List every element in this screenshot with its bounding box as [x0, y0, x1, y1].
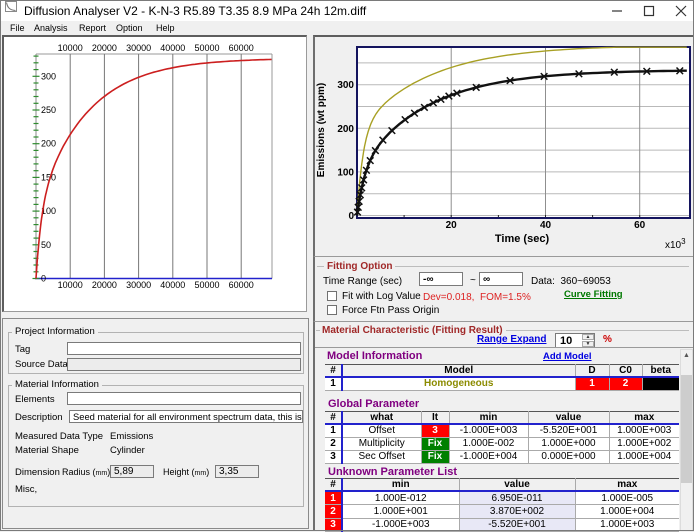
svg-text:40000: 40000	[160, 280, 185, 290]
svg-text:30000: 30000	[126, 280, 151, 290]
svg-text:60: 60	[634, 220, 646, 231]
svg-text:10000: 10000	[58, 280, 83, 290]
svg-text:50: 50	[41, 240, 51, 250]
svg-text:10000: 10000	[58, 43, 83, 53]
svg-text:60000: 60000	[229, 280, 254, 290]
svg-text:0: 0	[348, 211, 354, 222]
svg-text:x103: x103	[665, 237, 686, 251]
svg-text:100: 100	[337, 167, 354, 178]
svg-text:20: 20	[446, 220, 458, 231]
svg-text:60000: 60000	[229, 43, 254, 53]
svg-text:200: 200	[41, 139, 56, 149]
svg-text:200: 200	[337, 124, 354, 135]
svg-text:40: 40	[540, 220, 552, 231]
svg-text:0: 0	[41, 274, 46, 284]
svg-text:30000: 30000	[126, 43, 151, 53]
svg-text:Time (sec): Time (sec)	[495, 233, 550, 245]
svg-text:50000: 50000	[194, 280, 219, 290]
svg-text:300: 300	[337, 80, 354, 91]
svg-text:Emissions (wt ppm): Emissions (wt ppm)	[316, 83, 327, 177]
svg-text:250: 250	[41, 105, 56, 115]
svg-text:50000: 50000	[194, 43, 219, 53]
svg-text:40000: 40000	[160, 43, 185, 53]
svg-text:300: 300	[41, 71, 56, 81]
svg-text:20000: 20000	[92, 43, 117, 53]
svg-text:20000: 20000	[92, 280, 117, 290]
